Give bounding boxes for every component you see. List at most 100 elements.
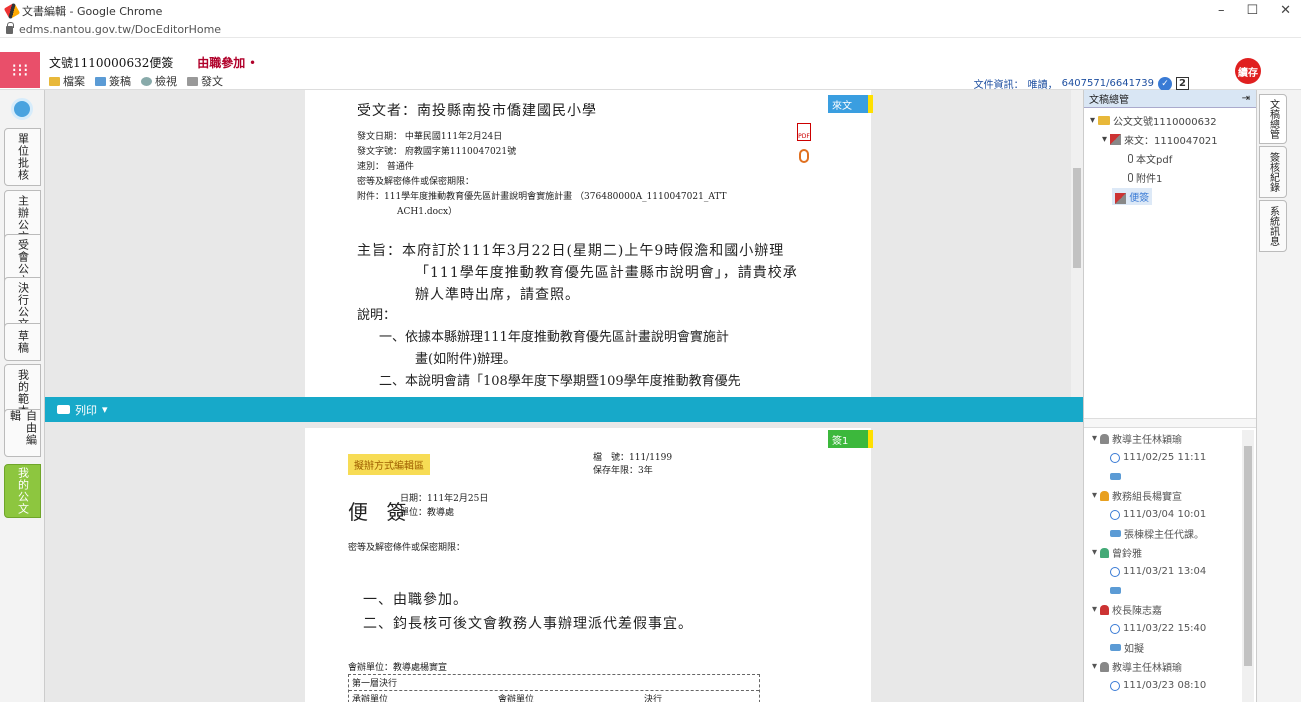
memo-page: 擬辦方式編輯區 檔 號：111/1199 保存年限：3年 便 簽 日期：111年… [305, 428, 871, 702]
tab-unit-approve[interactable]: 單位批核 [4, 128, 41, 186]
memo-item-1: 一、由職參加。 [363, 592, 468, 608]
expl-1b: 畫(如附件)辦理。 [415, 352, 517, 367]
tree-attach[interactable]: 附件1 [1084, 168, 1256, 187]
attachment-clip-icon[interactable] [799, 149, 809, 163]
history-person[interactable]: ▾ 教導主任林穎瑜 [1084, 429, 1244, 448]
speed: 速別： 普通件 [357, 162, 414, 172]
tab-free-edit[interactable]: 自由編輯 [4, 409, 41, 457]
clock-icon [1110, 452, 1120, 463]
tree-root[interactable]: ▾ 公文文號1110000632 [1084, 111, 1256, 130]
menu-draft[interactable]: 簽稿 [95, 73, 131, 89]
expl-title: 說明： [357, 308, 397, 323]
scroll-thumb[interactable] [1244, 446, 1252, 666]
history-person[interactable]: ▾ 曾鈴雅 [1084, 543, 1244, 562]
draft-icon [95, 76, 106, 86]
subject: 主旨：本府訂於111年3月22日(星期二)上午9時假澹和國小辦理 「111學年度… [357, 240, 798, 306]
memo-editor[interactable]: 擬辦方式編輯區 檔 號：111/1199 保存年限：3年 便 簽 日期：111年… [45, 422, 1083, 702]
tab-system-msg[interactable]: 系統訊息 [1259, 200, 1287, 252]
print-button[interactable]: 列印 [75, 402, 97, 418]
approval-table: 第一層決行 承辦單位 會辦單位 決行 [348, 674, 760, 702]
maximize-button[interactable]: ☐ [1246, 3, 1258, 18]
incoming-tag[interactable]: 來文 [828, 95, 873, 113]
expl-2: 二、本說明會請「108學年度下學期暨109學年度推動教育優先 [379, 374, 741, 389]
memo-pen-icon [1115, 192, 1126, 204]
panel-splitter[interactable] [1084, 418, 1257, 428]
history-person[interactable]: ▾ 教導主任林穎瑜 [1084, 657, 1244, 676]
doc-number: 文號1110000632便簽 由職參加 • [49, 54, 256, 71]
approval-history: ▾ 教導主任林穎瑜 111/02/25 11:11 ▾ 教務組長楊實宣 111/03… [1084, 429, 1244, 695]
folder-icon [1098, 116, 1111, 125]
comment-icon [1110, 530, 1121, 537]
pin-icon[interactable]: ⇥ [1242, 93, 1250, 104]
menu-send[interactable]: 發文 [187, 73, 223, 89]
tree-pdf[interactable]: 本文pdf [1084, 149, 1256, 168]
print-bar: 列印 ▾ [45, 397, 1083, 422]
doc-info-label: 文件資訊： [973, 80, 1024, 91]
clip-icon [1128, 154, 1133, 163]
panel-title: 文稿總管 [1089, 95, 1129, 106]
memo-items[interactable]: 一、由職參加。 二、鈞長核可後文會教務人事辦理派代差假事宜。 [363, 588, 693, 636]
person-icon [1100, 604, 1110, 615]
tab-doc-manager[interactable]: 文稿總管 [1259, 94, 1287, 144]
tab-draft[interactable]: 草稿 [4, 323, 41, 361]
subject-line3: 辦人準時出席，請查照。 [415, 287, 580, 303]
tree-memo[interactable]: 便簽 [1084, 187, 1256, 206]
chevron-down-icon[interactable]: ▾ [102, 403, 108, 416]
approval-header: 承辦單位 會辦單位 決行 [349, 691, 759, 702]
check-icon[interactable]: ✓ [1158, 76, 1173, 91]
doc-info-link[interactable]: 6407571/6641739 [1062, 78, 1154, 89]
apps-grid-button[interactable]: ⁝⁝⁝ [0, 52, 40, 88]
history-comment: 如擬 [1084, 638, 1244, 657]
clip-icon [1128, 173, 1133, 182]
home-icon[interactable] [11, 98, 33, 120]
minimize-button[interactable]: – [1218, 3, 1225, 18]
attachment: 附件：111學年度推動教育優先區計畫說明會實施計畫 （376480000A_11… [357, 192, 727, 202]
clock-icon [1110, 509, 1120, 520]
doc-number-text: 文號1110000632便簽 [49, 56, 174, 70]
clock-icon [1110, 623, 1120, 634]
tab-approval-log[interactable]: 簽核紀錄 [1259, 146, 1287, 198]
col-cosign: 會辦單位 [498, 695, 535, 702]
browser-titlebar: 文書編輯 - Google Chrome – ☐ ✕ [0, 0, 1301, 22]
comment-icon [1110, 473, 1121, 480]
history-scrollbar[interactable] [1242, 430, 1254, 702]
doc-tree: ▾ 公文文號1110000632 ▾ 來文：1110047021 本文pdf 附件1… [1084, 108, 1256, 206]
status-dot: • [245, 56, 257, 70]
incoming-doc-viewer[interactable]: 受文者：南投縣南投市僑建國民小學 發文日期： 中華民國111年2月24日 發文字… [45, 90, 1083, 397]
clock-icon [1110, 566, 1120, 577]
pdf-icon[interactable]: PDF [797, 123, 811, 141]
viewer-scrollbar[interactable] [1071, 90, 1083, 397]
close-button[interactable]: ✕ [1280, 3, 1291, 18]
history-time-text: 111/03/22 15:40 [1123, 623, 1207, 634]
subject-line1: 主旨：本府訂於111年3月22日(星期二)上午9時假澹和國小辦理 [357, 243, 785, 259]
url-bar[interactable]: edms.nantou.gov.tw/DocEditorHome [0, 21, 1301, 38]
history-time: 111/03/04 10:01 [1084, 505, 1244, 524]
stamp-button[interactable]: 續存 [1235, 58, 1261, 84]
send-number: 發文字號： 府教國字第1110047021號 [357, 147, 517, 157]
tree-memo-selected: 便簽 [1112, 188, 1153, 205]
scroll-thumb[interactable] [1073, 168, 1081, 268]
person-icon [1100, 661, 1110, 672]
clock-icon [1110, 680, 1120, 691]
doc-info-value: 唯讀， [1027, 80, 1058, 91]
memo-item-2: 二、鈞長核可後文會教務人事辦理派代差假事宜。 [363, 616, 693, 632]
menu-view[interactable]: 檢視 [141, 73, 177, 89]
history-time-text: 111/03/21 13:04 [1123, 566, 1207, 577]
tab-my-docs[interactable]: 我的公文 [4, 464, 41, 518]
tree-incoming[interactable]: ▾ 來文：1110047021 [1084, 130, 1256, 149]
window-count-badge[interactable]: 2 [1176, 77, 1189, 90]
panel-header: 文稿總管 ⇥ [1084, 90, 1256, 108]
recipient: 受文者：南投縣南投市僑建國民小學 [357, 103, 597, 119]
menu-file[interactable]: 檔案 [49, 73, 85, 89]
edit-area-label[interactable]: 擬辦方式編輯區 [348, 454, 430, 475]
explanation: 說明： 一、依據本縣辦理111年度推動教育優先區計畫說明會實施計 畫(如附件)辦… [357, 305, 741, 393]
history-person[interactable]: ▾ 教務組長楊實宣 [1084, 486, 1244, 505]
doc-meta: 發文日期： 中華民國111年2月24日 發文字號： 府教國字第111004702… [357, 130, 727, 220]
memo-tag[interactable]: 簽1 [828, 430, 873, 448]
printer-icon[interactable] [57, 405, 70, 414]
memo-unit: 單位：教導處 [400, 508, 455, 518]
history-time-text: 111/02/25 11:11 [1123, 452, 1207, 463]
menu-view-label: 檢視 [155, 75, 177, 88]
history-person[interactable]: ▾ 校長陳志嘉 [1084, 600, 1244, 619]
tree-pdf-label: 本文pdf [1136, 155, 1173, 166]
